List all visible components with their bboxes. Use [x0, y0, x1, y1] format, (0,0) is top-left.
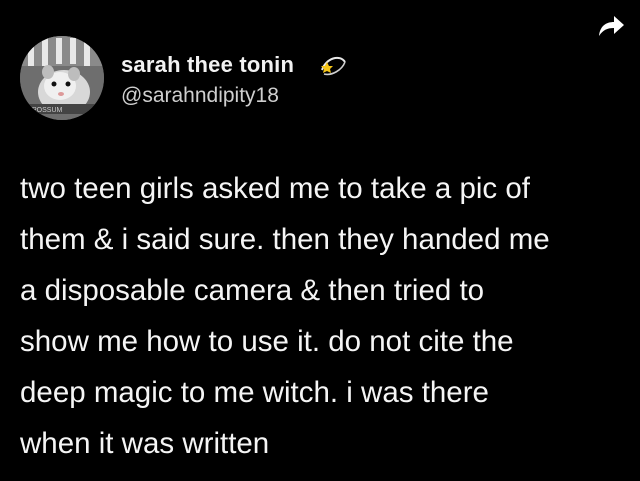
tweet-line: show me how to use it. do not cite the — [20, 325, 514, 358]
tweet-line: when it was written — [20, 427, 270, 460]
svg-text:POSSUM: POSSUM — [32, 107, 63, 114]
possum-avatar-icon: POSSUM — [20, 36, 104, 120]
dizzy-emoji-icon — [321, 56, 346, 76]
tweet-line: them & i said sure. then they handed me — [20, 223, 550, 256]
tweet-line: deep magic to me witch. i was there — [20, 376, 489, 409]
display-name[interactable]: sarah thee tonin — [121, 52, 294, 78]
tweet-line: a disposable camera & then tried to — [20, 274, 485, 307]
tweet-card: POSSUM sarah thee tonin @sarahndipity18 … — [0, 0, 640, 481]
avatar[interactable]: POSSUM — [20, 36, 104, 120]
user-handle[interactable]: @sarahndipity18 — [121, 84, 279, 108]
tweet-text: two teen girls asked me to take a pic of… — [20, 163, 640, 469]
tweet-line: two teen girls asked me to take a pic of — [20, 172, 530, 205]
share-arrow-icon[interactable] — [596, 14, 626, 38]
